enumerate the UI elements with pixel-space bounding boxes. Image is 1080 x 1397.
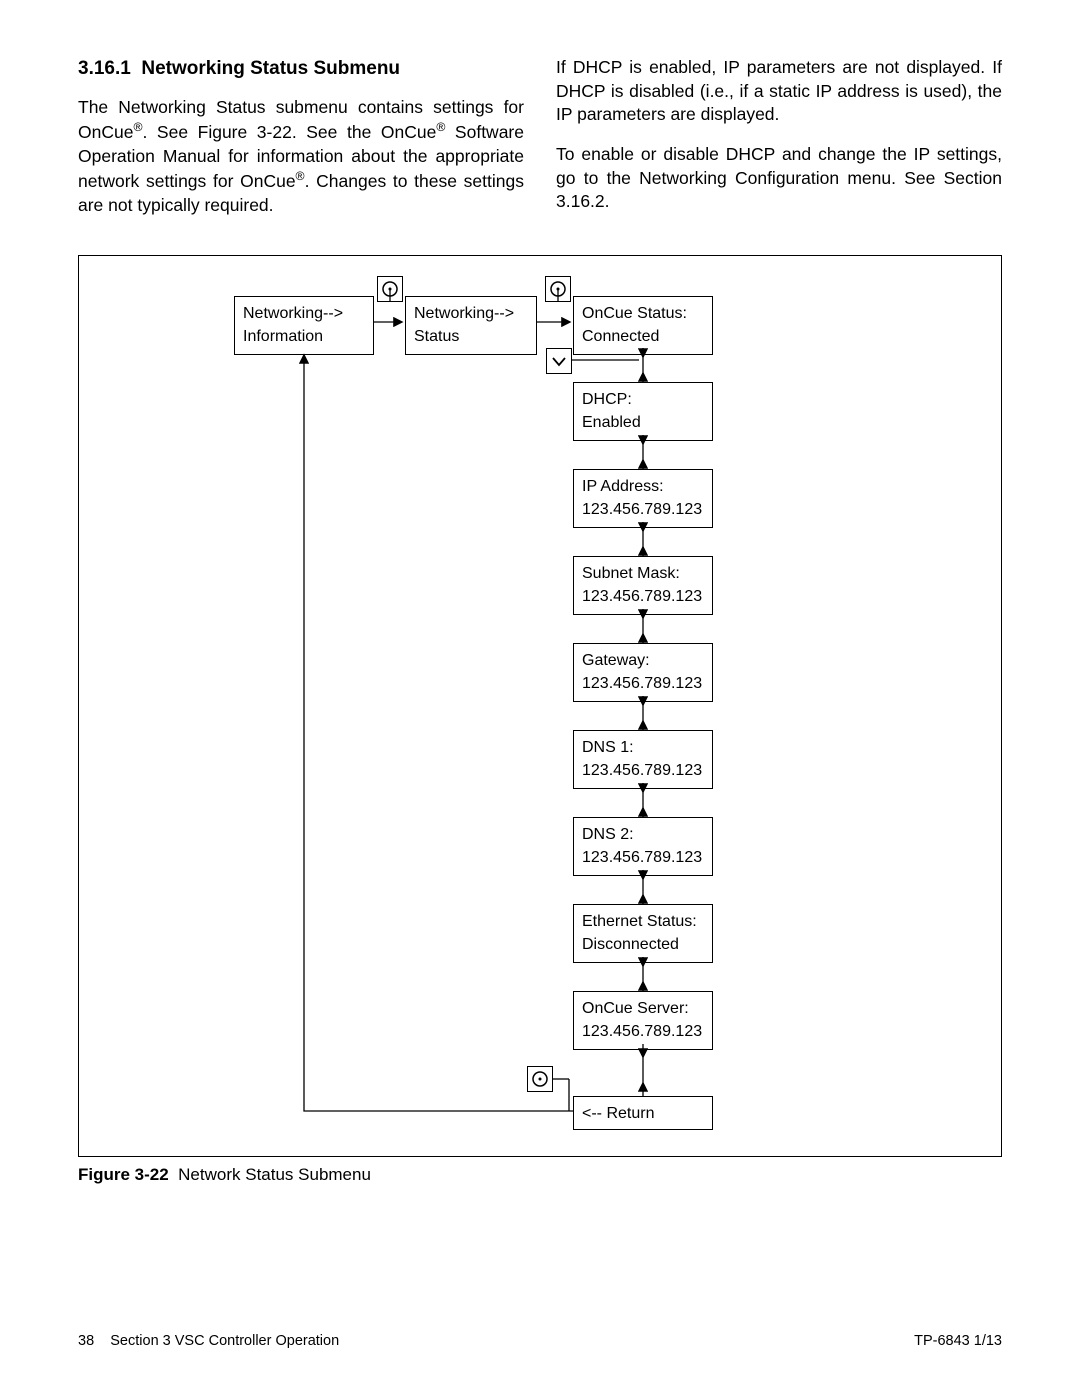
paragraph-3: To enable or disable DHCP and change the… [556, 143, 1002, 214]
node-dns-1: DNS 1: 123.456.789.123 [573, 730, 713, 789]
paragraph-1: The Networking Status submenu contains s… [78, 96, 524, 218]
node-oncue-status: OnCue Status: Connected [573, 296, 713, 355]
footer-left: 38 Section 3 VSC Controller Operation [78, 1333, 339, 1349]
paragraph-2: If DHCP is enabled, IP parameters are no… [556, 56, 1002, 127]
node-subnet-mask: Subnet Mask: 123.456.789.123 [573, 556, 713, 615]
figure-frame: Networking--> Information Networking--> … [78, 255, 1002, 1157]
node-gateway: Gateway: 123.456.789.123 [573, 643, 713, 702]
node-ethernet-status: Ethernet Status: Disconnected [573, 904, 713, 963]
dot-icon [545, 276, 571, 302]
node-oncue-server: OnCue Server: 123.456.789.123 [573, 991, 713, 1050]
node-dns-2: DNS 2: 123.456.789.123 [573, 817, 713, 876]
node-dhcp: DHCP: Enabled [573, 382, 713, 441]
figure-caption: Figure 3-22 Network Status Submenu [78, 1165, 1002, 1185]
node-ip-address: IP Address: 123.456.789.123 [573, 469, 713, 528]
dot-icon [527, 1066, 553, 1092]
dot-icon [377, 276, 403, 302]
section-heading: 3.16.1 Networking Status Submenu [78, 56, 524, 82]
node-return: <-- Return [573, 1096, 713, 1130]
chevron-down-icon [546, 348, 572, 374]
footer-right: TP-6843 1/13 [914, 1333, 1002, 1349]
node-networking-information: Networking--> Information [234, 296, 374, 355]
node-networking-status: Networking--> Status [405, 296, 537, 355]
